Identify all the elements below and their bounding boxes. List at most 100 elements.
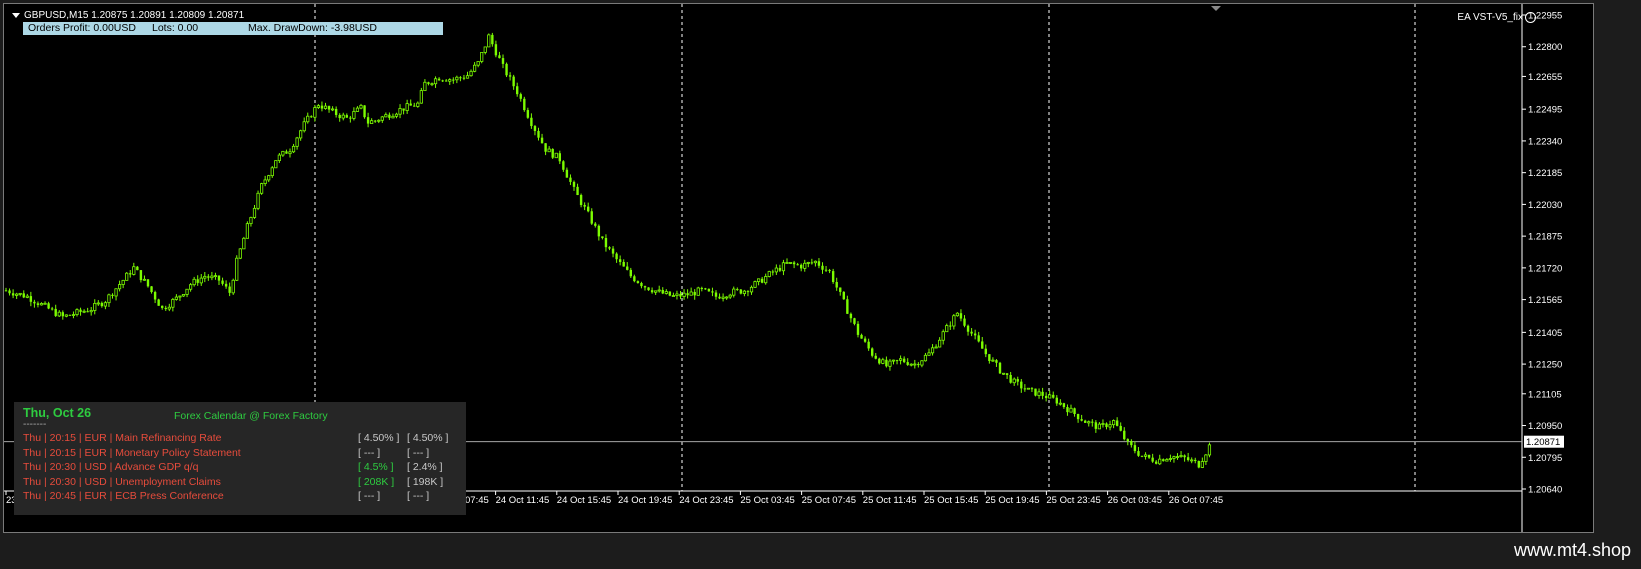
candle-body xyxy=(824,269,828,271)
candle-body xyxy=(760,278,764,283)
candle-body xyxy=(781,262,786,272)
candle-body xyxy=(711,291,714,293)
candle-body xyxy=(452,79,455,81)
candle-body xyxy=(355,107,360,112)
candle-body xyxy=(363,105,366,118)
candle-body xyxy=(242,237,246,250)
price-tick-label: 1.21565 xyxy=(1528,295,1562,306)
candle-body xyxy=(881,359,885,364)
candle-body xyxy=(320,105,324,109)
candle-body xyxy=(839,287,842,292)
candle-body xyxy=(757,278,761,282)
candle-body xyxy=(39,303,44,306)
price-tick-label: 1.21250 xyxy=(1528,360,1562,371)
price-tick-label: 1.22340 xyxy=(1528,136,1562,147)
candle-body xyxy=(433,78,438,85)
candle-body xyxy=(1123,430,1126,440)
candle-body xyxy=(1005,373,1009,375)
candle-body xyxy=(313,107,317,118)
candle-body xyxy=(359,104,363,109)
calendar-forecast: [ 4.50% ] xyxy=(407,432,449,444)
candle-body xyxy=(991,359,995,362)
candle-body xyxy=(483,46,487,53)
candle-body xyxy=(334,108,338,115)
candle-body xyxy=(374,120,377,122)
candle-body xyxy=(79,309,82,312)
candle-body xyxy=(82,310,86,313)
candle-body xyxy=(626,266,629,270)
candle-body xyxy=(252,207,257,218)
candle-body xyxy=(1034,388,1037,396)
candle-body xyxy=(767,271,771,277)
candle-body xyxy=(1130,441,1133,446)
candle-body xyxy=(4,290,8,292)
candle-body xyxy=(714,292,718,297)
chart-plot-area[interactable]: 1.22955 1.22800 1.22655 1.22495 1.22340 1.221… xyxy=(3,3,1594,533)
candle-body xyxy=(917,364,920,366)
candle-body xyxy=(61,312,64,317)
symbol-title: GBPUSD,M15 1.20875 1.20891 1.20809 1.208… xyxy=(12,10,244,21)
candle-body xyxy=(391,115,395,119)
candle-body xyxy=(728,294,732,298)
time-tick-label: 25 Oct 07:45 xyxy=(802,495,856,506)
time-tick-label: 25 Oct 19:45 xyxy=(985,495,1039,506)
calendar-event: Thu | 20:30 | USD | Advance GDP q/q xyxy=(23,461,199,473)
candle-body xyxy=(469,70,473,77)
candle-body xyxy=(597,225,601,237)
candle-body xyxy=(409,103,412,106)
candle-body xyxy=(1119,425,1122,431)
candle-body xyxy=(203,275,207,279)
candle-body xyxy=(370,120,374,124)
candle-body xyxy=(465,75,470,79)
candle-body xyxy=(1058,402,1062,405)
candle-body xyxy=(267,175,271,181)
candle-body xyxy=(164,307,167,310)
forex-calendar-panel: Thu, Oct 26 Forex Calendar @ Forex Facto… xyxy=(14,402,466,515)
candle-body xyxy=(537,130,540,138)
candle-body xyxy=(1023,388,1027,390)
time-tick-label: 25 Oct 03:45 xyxy=(740,495,794,506)
time-tick-label: 24 Oct 19:45 xyxy=(618,495,672,506)
candle-body xyxy=(50,308,54,310)
candle-body xyxy=(930,347,935,354)
candle-body xyxy=(323,105,328,109)
candle-body xyxy=(788,262,793,264)
candle-body xyxy=(196,279,199,283)
candle-body xyxy=(1194,459,1197,461)
candle-body xyxy=(192,278,196,286)
candle-body xyxy=(423,81,427,92)
candle-body xyxy=(146,279,150,287)
candle-body xyxy=(995,360,998,363)
candle-body xyxy=(952,315,956,327)
candle-body xyxy=(530,117,533,127)
candle-body xyxy=(1044,395,1048,399)
candle-body xyxy=(540,137,544,144)
dropdown-triangle-icon[interactable] xyxy=(12,12,20,18)
candle-body xyxy=(1020,381,1023,389)
candle-body xyxy=(562,161,565,170)
chart-window[interactable]: 1.22955 1.22800 1.22655 1.22495 1.22340 1.221… xyxy=(0,0,1641,536)
candle-body xyxy=(142,278,147,281)
candle-body xyxy=(647,287,650,291)
candle-body xyxy=(1165,459,1169,462)
candle-body xyxy=(43,302,47,305)
expert-advisor-label[interactable]: EA VST-V5_fix xyxy=(1457,12,1536,23)
candle-body xyxy=(64,314,68,317)
candle-body xyxy=(572,181,576,187)
candle-body xyxy=(288,151,292,155)
candle-body xyxy=(1066,407,1069,413)
candle-body xyxy=(402,108,405,111)
candle-body xyxy=(441,80,444,82)
candle-body xyxy=(1137,451,1140,456)
calendar-event: Thu | 20:15 | EUR | Main Refinancing Rat… xyxy=(23,432,222,444)
candle-body xyxy=(846,299,849,314)
candle-body xyxy=(547,148,551,153)
candle-body xyxy=(413,105,416,107)
candle-body xyxy=(909,363,913,366)
candle-body xyxy=(263,179,267,185)
profit-info-bar: Orders Profit: 0.00USD Lots: 0.00 Max. D… xyxy=(23,22,443,35)
candle-body xyxy=(1147,454,1151,458)
candle-body xyxy=(384,114,388,118)
candle-body xyxy=(526,110,530,118)
candle-body xyxy=(696,287,700,296)
